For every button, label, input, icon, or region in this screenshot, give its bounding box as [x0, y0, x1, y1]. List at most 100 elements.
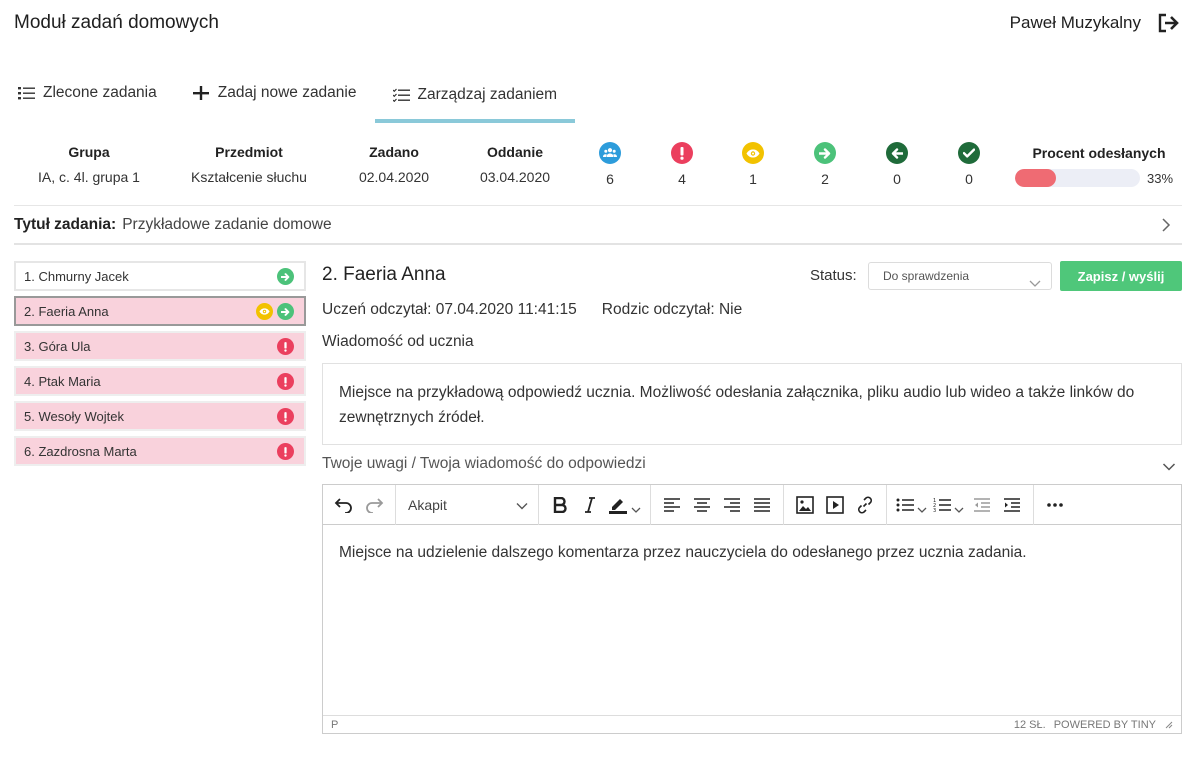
tab-label: Zlecone zadania [43, 84, 157, 101]
group-heading: Grupa [68, 144, 110, 160]
svg-text:3: 3 [933, 508, 936, 513]
exclamation-icon [277, 408, 294, 425]
eye-icon [742, 142, 764, 164]
tab-new-task[interactable]: Zadaj nowe zadanie [175, 70, 375, 116]
italic-icon[interactable] [575, 490, 605, 520]
student-item[interactable]: 2. Faeria Anna [14, 296, 306, 326]
block-format-select[interactable]: Akapit [402, 490, 532, 520]
task-title: Przykładowe zadanie domowe [122, 216, 332, 233]
student-message: Miejsce na przykładową odpowiedź ucznia.… [322, 363, 1182, 445]
redo-icon[interactable] [359, 490, 389, 520]
chevron-right-icon[interactable] [1160, 217, 1172, 233]
counter-returned: 0 [882, 142, 912, 189]
counter-value: 1 [749, 171, 757, 187]
link-icon[interactable] [850, 490, 880, 520]
student-name: 6. Zazdrosna Marta [24, 443, 137, 459]
tab-bar: Zlecone zadania Zadaj nowe zadanie Zarzą… [0, 70, 576, 124]
comment-label: Twoje uwagi / Twoja wiadomość do odpowie… [322, 455, 646, 472]
bold-icon[interactable] [545, 490, 575, 520]
due-heading: Oddanie [486, 144, 543, 160]
chevron-down-icon [954, 501, 964, 513]
list-icon [18, 86, 35, 100]
logout-icon[interactable] [1157, 12, 1181, 34]
editor-statusbar: P 12 SŁ. POWERED BY TINY [323, 715, 1181, 733]
task-summary: Grupa IA, c. 4l. grupa 1 Przedmiot Kszta… [0, 142, 1195, 192]
progress-percent: 33% [1147, 170, 1174, 186]
parent-read-info: Rodzic odczytał: Nie [601, 301, 743, 318]
student-read-info: Uczeń odczytał: 07.04.2020 11:41:15 [322, 301, 577, 318]
due-value: 03.04.2020 [479, 169, 551, 185]
highlight-icon[interactable] [605, 490, 644, 520]
read-info: Uczeń odczytał: 07.04.2020 11:41:15 Rodz… [322, 301, 742, 319]
status-value: Do sprawdzenia [883, 269, 970, 283]
student-item[interactable]: 6. Zazdrosna Marta [14, 436, 306, 466]
user-area: Paweł Muzykalny [1010, 12, 1181, 34]
counter-value: 4 [678, 171, 686, 187]
powered-by[interactable]: POWERED BY TINY [1054, 719, 1156, 731]
align-left-icon[interactable] [657, 490, 687, 520]
counter-approved: 0 [954, 142, 984, 189]
counter-value: 2 [821, 171, 829, 187]
subject-heading: Przedmiot [215, 144, 283, 160]
chevron-down-icon[interactable] [1162, 459, 1176, 471]
app-title: Moduł zadań domowych [14, 12, 219, 33]
comment-section-toggle[interactable]: Twoje uwagi / Twoja wiadomość do odpowie… [322, 455, 1182, 475]
counter-value: 0 [965, 171, 973, 187]
outdent-icon[interactable] [967, 490, 997, 520]
align-center-icon[interactable] [687, 490, 717, 520]
align-right-icon[interactable] [717, 490, 747, 520]
student-item[interactable]: 1. Chmurny Jacek [14, 261, 306, 291]
save-send-button[interactable]: Zapisz / wyślij [1060, 261, 1182, 291]
more-options-icon[interactable] [1040, 490, 1070, 520]
exclamation-icon [277, 373, 294, 390]
bullet-list-icon[interactable] [893, 490, 930, 520]
editor-content[interactable]: Miejsce na udzielenie dalszego komentarz… [323, 525, 1181, 715]
tab-manage-task[interactable]: Zarządzaj zadaniem [374, 70, 576, 123]
arrow-right-icon [277, 268, 294, 285]
resize-handle-icon[interactable] [1164, 720, 1173, 729]
status-select[interactable]: Do sprawdzenia [868, 262, 1052, 290]
tab-assigned-tasks[interactable]: Zlecone zadania [0, 70, 175, 116]
editor-toolbar: Akapit 123 [323, 484, 1181, 525]
chevron-down-icon [516, 497, 528, 513]
checklist-icon [392, 88, 410, 102]
word-count[interactable]: 12 SŁ. [1014, 719, 1046, 731]
submission-progress: Procent odesłanych 33% [1015, 143, 1183, 187]
student-item[interactable]: 3. Góra Ula [14, 331, 306, 361]
users-icon [599, 142, 621, 164]
student-message-label: Wiadomość od ucznia [322, 333, 474, 350]
insert-image-icon[interactable] [790, 490, 820, 520]
summary-assigned: Zadano 02.04.2020 [344, 142, 444, 187]
insert-media-icon[interactable] [820, 490, 850, 520]
group-value: IA, c. 4l. grupa 1 [38, 169, 140, 185]
align-justify-icon[interactable] [747, 490, 777, 520]
rich-text-editor: Akapit 123 Miejsce na udzielenie dalszeg… [322, 484, 1182, 734]
student-item[interactable]: 4. Ptak Maria [14, 366, 306, 396]
progress-bar-fill [1015, 169, 1057, 187]
assigned-value: 02.04.2020 [358, 169, 430, 185]
task-title-row[interactable]: Tytuł zadania: Przykładowe zadanie domow… [14, 207, 1182, 243]
undo-icon[interactable] [329, 490, 359, 520]
indent-icon[interactable] [997, 490, 1027, 520]
progress-heading: Procent odesłanych [1032, 145, 1166, 161]
numbered-list-icon[interactable]: 123 [930, 490, 967, 520]
arrow-left-icon [886, 142, 908, 164]
eye-icon [256, 303, 273, 320]
block-format-value: Akapit [408, 496, 447, 513]
exclamation-icon [671, 142, 693, 164]
student-name: 2. Faeria Anna [24, 303, 109, 319]
chevron-down-icon [917, 501, 927, 513]
arrow-right-icon [277, 303, 294, 320]
student-name: 5. Wesoły Wojtek [24, 408, 124, 424]
summary-due: Oddanie 03.04.2020 [465, 142, 565, 187]
counter-value: 0 [893, 171, 901, 187]
task-title-label: Tytuł zadania: [14, 216, 117, 233]
assigned-heading: Zadano [369, 144, 419, 160]
subject-value: Kształcenie słuchu [191, 169, 307, 185]
element-path[interactable]: P [331, 719, 338, 731]
chevron-down-icon [1029, 271, 1041, 287]
student-item[interactable]: 5. Wesoły Wojtek [14, 401, 306, 431]
student-name: 3. Góra Ula [24, 338, 91, 354]
student-name: 1. Chmurny Jacek [24, 268, 129, 284]
summary-subject: Przedmiot Kształcenie słuchu [178, 142, 320, 187]
